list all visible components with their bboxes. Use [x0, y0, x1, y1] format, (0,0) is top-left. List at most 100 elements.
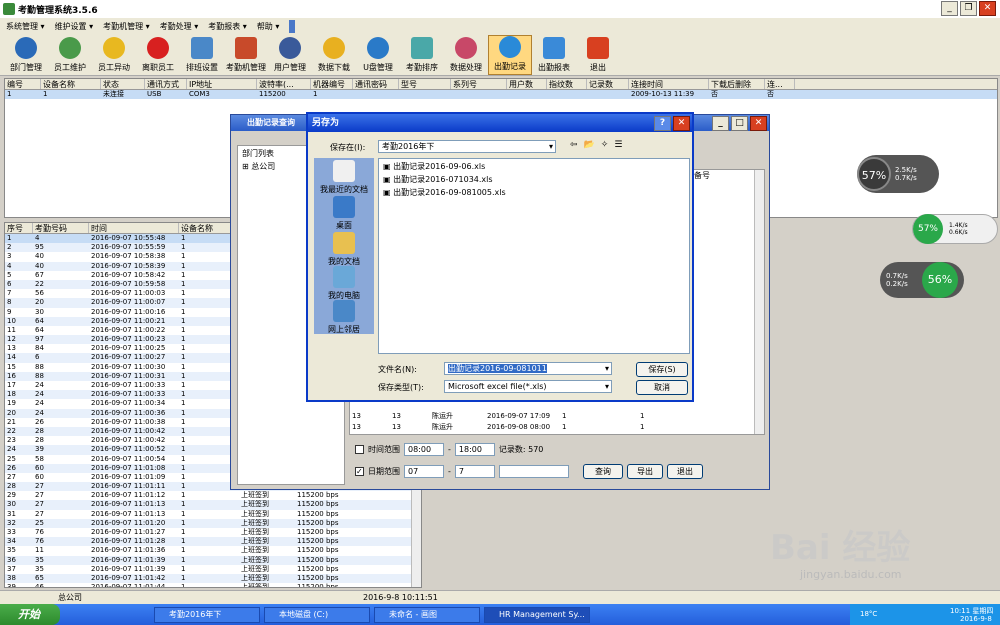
- save-in-dropdown[interactable]: 考勤2016年下 ▾: [378, 140, 556, 153]
- file-item[interactable]: ▣ 出勤记录2016-09-081005.xls: [379, 185, 689, 200]
- tb-report[interactable]: 出勤报表: [532, 35, 576, 75]
- device-col-header[interactable]: 设备名称: [41, 79, 101, 89]
- menu-device[interactable]: 考勤机管理 ▾: [103, 21, 150, 32]
- query-row[interactable]: 13 13 陈运升 2016-09-07 17:09 1 1: [350, 412, 750, 421]
- file-item[interactable]: ▣ 出勤记录2016-09-06.xls: [379, 159, 689, 174]
- exit-button[interactable]: 退出: [667, 464, 703, 479]
- file-item[interactable]: ▣ 出勤记录2016-071034.xls: [379, 174, 689, 185]
- menu-report[interactable]: 考勤报表 ▾: [208, 21, 247, 32]
- tb-device[interactable]: 考勤机管理: [224, 35, 268, 75]
- net-meter-1[interactable]: 57% 2.5K/s 0.7K/s: [857, 155, 939, 193]
- place-documents[interactable]: 我的文档: [318, 232, 370, 267]
- record-row[interactable]: 32 25 2016-09-07 11:01:20 1 上班签到 115200 bps: [5, 518, 421, 528]
- back-icon[interactable]: ⇦: [570, 140, 578, 150]
- export-button[interactable]: 导出: [627, 464, 663, 479]
- up-folder-icon[interactable]: 📂: [584, 140, 595, 150]
- device-cell: 否: [767, 90, 774, 98]
- tb-shift[interactable]: 排班设置: [180, 35, 224, 75]
- minimize-button[interactable]: _: [941, 1, 958, 16]
- menu-system[interactable]: 系统管理 ▾: [6, 21, 45, 32]
- record-row[interactable]: 39 46 2016-09-07 11:01:44 1 上班签到 115200 bps: [5, 583, 421, 587]
- col-badge[interactable]: 考勤号码: [33, 223, 89, 233]
- tb-exit[interactable]: 退出: [576, 35, 620, 75]
- query-min-button[interactable]: _: [712, 116, 729, 131]
- record-cell: 27: [7, 472, 16, 481]
- date-to-input[interactable]: 7: [454, 465, 495, 478]
- menu-help[interactable]: 帮助 ▾: [257, 21, 280, 32]
- start-button[interactable]: 开始: [0, 604, 60, 625]
- device-col-header[interactable]: 通讯方式: [145, 79, 187, 89]
- record-row[interactable]: 33 76 2016-09-07 11:01:27 1 上班签到 115200 bps: [5, 528, 421, 537]
- tb-dept[interactable]: 部门管理: [4, 35, 48, 75]
- new-folder-icon[interactable]: ✧: [601, 140, 609, 150]
- device-col-header[interactable]: 波特率(...: [257, 79, 311, 89]
- record-row[interactable]: 37 35 2016-09-07 11:01:39 1 上班签到 115200 bps: [5, 565, 421, 574]
- record-row[interactable]: 29 27 2016-09-07 11:01:12 1 上班签到 115200 bps: [5, 491, 421, 500]
- restore-button[interactable]: ❐: [960, 1, 977, 16]
- tb-records[interactable]: 出勤记录: [488, 35, 532, 75]
- task-paint[interactable]: 未命名 - 画图: [374, 606, 480, 623]
- place-computer[interactable]: 我的电脑: [318, 266, 370, 301]
- device-col-header[interactable]: 系列号: [451, 79, 507, 89]
- place-network[interactable]: 网上邻居: [318, 300, 370, 335]
- device-col-header[interactable]: IP地址: [187, 79, 257, 89]
- device-col-header[interactable]: 状态: [101, 79, 145, 89]
- time-from-input[interactable]: 08:00: [404, 443, 444, 456]
- record-row[interactable]: 31 27 2016-09-07 11:01:13 1 上班签到 115200 bps: [5, 510, 421, 519]
- device-col-header[interactable]: 编号: [5, 79, 41, 89]
- cancel-button[interactable]: 取消: [636, 380, 688, 395]
- device-col-header[interactable]: 连接时间: [629, 79, 709, 89]
- device-col-header[interactable]: 连...: [765, 79, 795, 89]
- col-seq[interactable]: 序号: [5, 223, 33, 233]
- query-max-button[interactable]: □: [731, 116, 748, 131]
- place-desktop[interactable]: 桌面: [318, 196, 370, 231]
- date-from-input[interactable]: 07: [404, 465, 444, 478]
- col-time[interactable]: 时间: [89, 223, 179, 233]
- tb-transfer[interactable]: 员工异动: [92, 35, 136, 75]
- filetype-dropdown[interactable]: Microsoft excel file(*.xls) ▾: [444, 380, 612, 393]
- net-meter-2[interactable]: 57% 1.4K/s 0.6K/s: [912, 214, 998, 244]
- device-col-header[interactable]: 用户数: [507, 79, 547, 89]
- device-col-header[interactable]: 通讯密码: [353, 79, 399, 89]
- query-scrollbar[interactable]: [754, 170, 764, 434]
- tb-download[interactable]: 数据下载: [312, 35, 356, 75]
- query-button[interactable]: 查询: [583, 464, 623, 479]
- device-col-header[interactable]: 机器编号: [311, 79, 353, 89]
- menu-process[interactable]: 考勤处理 ▾: [160, 21, 199, 32]
- device-col-header[interactable]: 型号: [399, 79, 451, 89]
- saveas-close-button[interactable]: ✕: [673, 116, 690, 131]
- device-col-header[interactable]: 指纹数: [547, 79, 587, 89]
- save-button[interactable]: 保存(S): [636, 362, 688, 377]
- time-to-input[interactable]: 18:00: [454, 443, 495, 456]
- record-row[interactable]: 36 35 2016-09-07 11:01:39 1 上班签到 115200 bps: [5, 555, 421, 565]
- device-row[interactable]: 1 1 未连接 USB COM3 115200 1 2009-10-13 11:39 否 否: [5, 90, 997, 100]
- record-row[interactable]: 34 76 2016-09-07 11:01:28 1 上班签到 115200 bps: [5, 537, 421, 547]
- tb-process[interactable]: 数据处理: [444, 35, 488, 75]
- filename-input[interactable]: 出勤记录2016-09-081011 ▾: [444, 362, 612, 375]
- place-recent[interactable]: 我最近的文档: [318, 160, 370, 195]
- view-menu-icon[interactable]: ☰: [614, 140, 622, 150]
- tb-resigned[interactable]: 离职员工: [136, 35, 180, 75]
- help-button[interactable]: ?: [654, 116, 671, 131]
- task-disk[interactable]: 本地磁盘 (C:): [264, 606, 370, 623]
- device-col-header[interactable]: 下载后删除: [709, 79, 765, 89]
- query-close-button[interactable]: ✕: [750, 116, 767, 131]
- query-row[interactable]: 13 13 陈运升 2016-09-08 08:00 1 1: [350, 423, 750, 432]
- menu-maintain[interactable]: 维护设置 ▾: [55, 21, 94, 32]
- record-row[interactable]: 35 11 2016-09-07 11:01:36 1 上班签到 115200 bps: [5, 546, 421, 555]
- tb-staff[interactable]: 员工维护: [48, 35, 92, 75]
- record-row[interactable]: 30 27 2016-09-07 11:01:13 1 上班签到 115200 bps: [5, 500, 421, 510]
- tb-user[interactable]: 用户管理: [268, 35, 312, 75]
- record-cell: 28: [35, 436, 44, 445]
- date-range-checkbox[interactable]: ✓: [355, 467, 364, 476]
- net-meter-3[interactable]: 0.7K/s 0.2K/s 56%: [880, 262, 964, 298]
- task-hr[interactable]: HR Management Sy...: [484, 606, 590, 623]
- tb-sort[interactable]: 考勤排序: [400, 35, 444, 75]
- tb-udisk[interactable]: U盘管理: [356, 35, 400, 75]
- time-range-checkbox[interactable]: [355, 445, 364, 454]
- keyword-input[interactable]: [498, 465, 569, 478]
- record-row[interactable]: 38 65 2016-09-07 11:01:42 1 上班签到 115200 bps: [5, 573, 421, 584]
- task-folder[interactable]: 考勤2016年下: [154, 606, 260, 623]
- close-button[interactable]: ✕: [979, 1, 996, 16]
- device-col-header[interactable]: 记录数: [587, 79, 629, 89]
